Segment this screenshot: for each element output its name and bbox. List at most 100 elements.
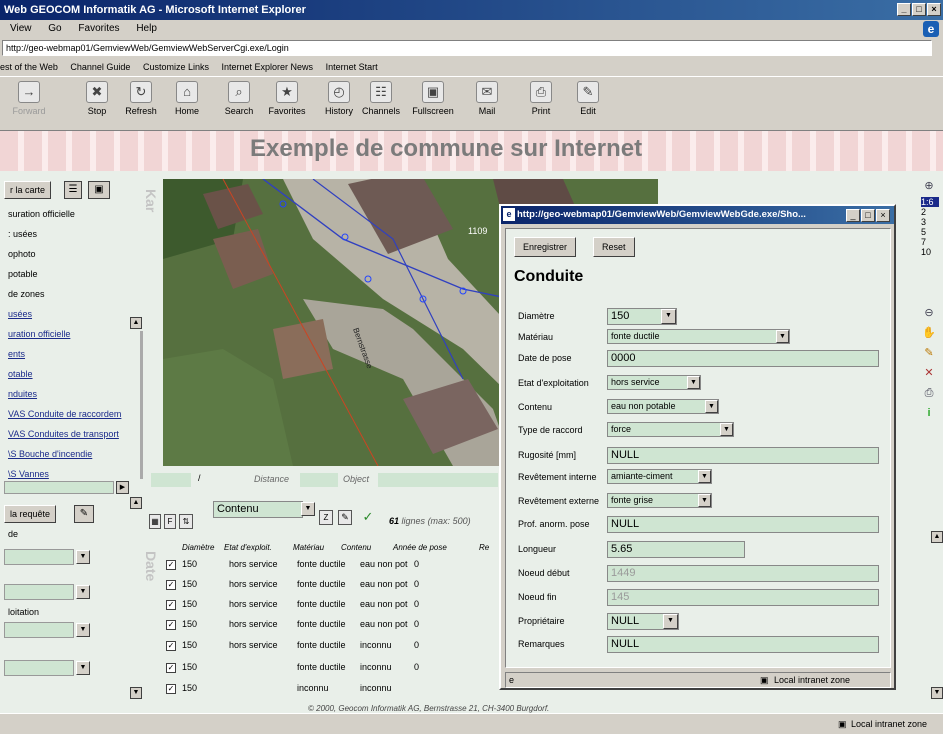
link-best-of-web[interactable]: est of the Web — [0, 62, 58, 72]
layer-item[interactable]: ents — [8, 349, 25, 359]
layer-item[interactable]: ophoto — [8, 249, 36, 259]
query-dropdown-1[interactable]: ▼ — [76, 550, 90, 564]
layer-scroll-right[interactable]: ▶ — [116, 481, 129, 494]
field-select[interactable]: fonte grise ▼ — [607, 493, 712, 508]
dialog-minimize-button[interactable]: _ — [846, 209, 860, 222]
layer-hscroll[interactable] — [4, 481, 114, 494]
pan-icon[interactable]: ✋ — [921, 325, 937, 341]
toolbar-print-button[interactable]: ⎙ Print — [520, 81, 562, 116]
chevron-down-icon[interactable]: ▼ — [663, 614, 678, 629]
layer-item[interactable]: VAS Conduite de raccordem — [8, 409, 121, 419]
row-checkbox[interactable]: ✓ — [166, 620, 176, 630]
zoom-level[interactable]: 2 — [921, 207, 939, 217]
menu-go[interactable]: Go — [48, 23, 61, 34]
header-materiau[interactable]: Matériau — [293, 543, 324, 552]
toolbar-favorites-button[interactable]: ★ Favorites — [266, 81, 308, 116]
header-re[interactable]: Re — [479, 543, 489, 552]
page-scroll-down[interactable]: ▼ — [931, 687, 943, 699]
page-scroll-up[interactable]: ▲ — [931, 531, 943, 543]
field-select[interactable]: fonte ductile ▼ — [607, 329, 790, 344]
zoom-in-icon[interactable]: ⊕ — [921, 178, 937, 194]
layer-item[interactable]: nduites — [8, 389, 37, 399]
zoom-out-icon[interactable]: ⊖ — [921, 305, 937, 321]
toolbar-forward-button[interactable]: → Forward — [8, 81, 50, 116]
layer-item[interactable]: \S Vannes — [8, 469, 49, 479]
query-field-1[interactable] — [4, 549, 74, 565]
field-input[interactable]: 145 — [607, 589, 879, 606]
menu-help[interactable]: Help — [136, 23, 157, 34]
header-annee[interactable]: Année de pose — [393, 543, 447, 552]
zoom-level[interactable]: 5 — [921, 227, 939, 237]
sort-az-icon[interactable]: Z — [319, 510, 333, 525]
layer-item[interactable]: : usées — [8, 229, 37, 239]
field-input[interactable]: NULL — [607, 447, 879, 464]
toolbar-search-button[interactable]: ⌕ Search — [218, 81, 260, 116]
menu-favorites[interactable]: Favorites — [78, 23, 119, 34]
query-edit-icon[interactable]: ✎ — [74, 505, 94, 523]
brush-icon[interactable]: ✎ — [338, 510, 352, 525]
query-field-2[interactable] — [4, 584, 74, 600]
chevron-down-icon[interactable]: ▼ — [687, 376, 700, 389]
toolbar-channels-button[interactable]: ☷ Channels — [360, 81, 402, 116]
field-input[interactable]: 5.65 — [607, 541, 745, 558]
field-select[interactable]: 150 ▼ — [607, 308, 677, 325]
table-filter-icon[interactable]: F — [164, 514, 176, 529]
zoom-level[interactable]: 3 — [921, 217, 939, 227]
chevron-down-icon[interactable]: ▼ — [698, 470, 711, 483]
layer-item[interactable]: suration officielle — [8, 209, 75, 219]
address-input[interactable]: http://geo-webmap01/GemviewWeb/GemviewWe… — [2, 40, 932, 56]
row-checkbox[interactable]: ✓ — [166, 580, 176, 590]
row-checkbox[interactable]: ✓ — [166, 600, 176, 610]
query-field-3[interactable] — [4, 622, 74, 638]
maximize-button[interactable]: □ — [912, 3, 926, 16]
list-icon[interactable]: ☰ — [64, 181, 82, 199]
query-dropdown-4[interactable]: ▼ — [76, 661, 90, 675]
check-icon[interactable]: ✓ — [360, 510, 376, 525]
map-button[interactable]: r la carte — [4, 181, 52, 199]
header-contenu[interactable]: Contenu — [341, 543, 371, 552]
layer-scrollbar[interactable] — [140, 331, 143, 479]
field-input[interactable]: NULL — [607, 636, 879, 653]
link-ie-news[interactable]: Internet Explorer News — [222, 62, 314, 72]
row-checkbox[interactable]: ✓ — [166, 663, 176, 673]
zoom-level[interactable]: 10 — [921, 247, 939, 257]
row-checkbox[interactable]: ✓ — [166, 684, 176, 694]
row-checkbox[interactable]: ✓ — [166, 560, 176, 570]
query-button[interactable]: la requête — [4, 505, 57, 523]
clear-icon[interactable]: ✕ — [921, 365, 937, 381]
toolbar-edit-button[interactable]: ✎ Edit — [567, 81, 609, 116]
toolbar-fullscreen-button[interactable]: ▣ Fullscreen — [412, 81, 454, 116]
chevron-down-icon[interactable]: ▼ — [720, 423, 733, 436]
chevron-down-icon[interactable]: ▼ — [698, 494, 711, 507]
chevron-down-icon[interactable]: ▼ — [661, 309, 676, 324]
toolbar-refresh-button[interactable]: ↻ Refresh — [120, 81, 162, 116]
layer-item[interactable]: de zones — [8, 289, 45, 299]
field-select[interactable]: hors service ▼ — [607, 375, 701, 390]
query-dropdown-2[interactable]: ▼ — [76, 585, 90, 599]
layer-item[interactable]: \S Bouche d'incendie — [8, 449, 92, 459]
layer-scroll-up[interactable]: ▲ — [130, 317, 142, 329]
column-dropdown[interactable]: Contenu — [213, 501, 303, 518]
field-select[interactable]: NULL ▼ — [607, 613, 679, 630]
toolbar-mail-button[interactable]: ✉ Mail — [466, 81, 508, 116]
info-icon[interactable]: i — [921, 405, 937, 421]
chevron-down-icon[interactable]: ▼ — [776, 330, 789, 343]
field-input[interactable]: NULL — [607, 516, 879, 533]
field-select[interactable]: eau non potable ▼ — [607, 399, 719, 414]
query-scroll-up[interactable]: ▲ — [130, 497, 142, 509]
field-select[interactable]: amiante-ciment ▼ — [607, 469, 712, 484]
toolbar-stop-button[interactable]: ✖ Stop — [76, 81, 118, 116]
layer-item[interactable]: otable — [8, 369, 33, 379]
dialog-maximize-button[interactable]: □ — [861, 209, 875, 222]
reset-button[interactable]: Reset — [593, 237, 635, 257]
toolbar-history-button[interactable]: ◴ History — [318, 81, 360, 116]
row-checkbox[interactable]: ✓ — [166, 641, 176, 651]
field-input[interactable]: 1449 — [607, 565, 879, 582]
field-select[interactable]: force ▼ — [607, 422, 734, 437]
close-button[interactable]: × — [927, 3, 941, 16]
minimize-button[interactable]: _ — [897, 3, 911, 16]
print-icon[interactable]: ⎙ — [921, 385, 937, 401]
zoom-level[interactable]: 1:6 — [921, 197, 939, 207]
layer-item[interactable]: uration officielle — [8, 329, 70, 339]
chevron-down-icon[interactable]: ▼ — [705, 400, 718, 413]
